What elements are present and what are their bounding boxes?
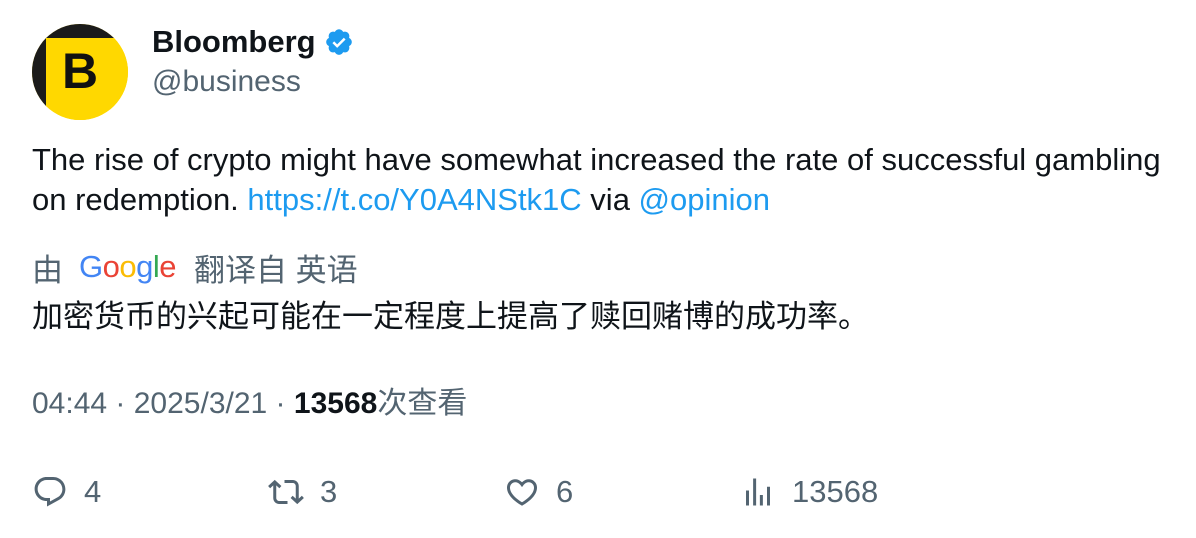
tweet-metadata: 04:44 · 2025/3/21 · 13568次查看 bbox=[32, 384, 467, 424]
avatar-frame-top bbox=[32, 24, 128, 38]
author-avatar[interactable]: B bbox=[32, 24, 128, 120]
tweet-text: The rise of crypto might have somewhat i… bbox=[32, 140, 1162, 220]
like-count: 6 bbox=[556, 474, 574, 509]
meta-separator: · bbox=[267, 387, 294, 420]
mention-link[interactable]: @opinion bbox=[639, 182, 770, 217]
action-bar: 4 3 6 13568 bbox=[32, 470, 1162, 514]
author-display-name[interactable]: Bloomberg bbox=[152, 22, 316, 62]
like-button[interactable]: 6 bbox=[504, 470, 573, 514]
author-name-row: Bloomberg bbox=[152, 22, 354, 62]
tweet-time[interactable]: 04:44 bbox=[32, 387, 107, 420]
reply-icon bbox=[34, 477, 66, 507]
verified-badge-icon bbox=[325, 29, 352, 55]
google-logo-icon: Google bbox=[79, 249, 177, 284]
retweet-count: 3 bbox=[320, 474, 338, 509]
reply-button[interactable]: 4 bbox=[32, 470, 101, 514]
views-action-count: 13568 bbox=[792, 474, 879, 509]
meta-separator: · bbox=[107, 387, 134, 420]
author-handle[interactable]: @business bbox=[152, 62, 301, 102]
tweet-link[interactable]: https://t.co/Y0A4NStk1C bbox=[247, 182, 581, 217]
tweet-text-via: via bbox=[581, 182, 639, 217]
analytics-bar-icon bbox=[746, 478, 770, 506]
views-label: 次查看 bbox=[377, 387, 468, 420]
avatar-frame-left bbox=[32, 24, 46, 120]
translation-prefix: 由 bbox=[32, 252, 63, 288]
translation-attribution: 由 Google 翻译自 英语 bbox=[32, 246, 358, 288]
retweet-icon bbox=[268, 479, 304, 505]
views-button[interactable]: 13568 bbox=[740, 470, 878, 514]
retweet-button[interactable]: 3 bbox=[268, 470, 337, 514]
avatar-letter: B bbox=[62, 43, 99, 99]
reply-count: 4 bbox=[84, 474, 102, 509]
tweet-date[interactable]: 2025/3/21 bbox=[134, 387, 267, 420]
views-count: 13568 bbox=[293, 387, 378, 420]
translated-text: 加密货币的兴起可能在一定程度上提高了赎回赌博的成功率。 bbox=[32, 299, 869, 334]
heart-icon bbox=[506, 479, 538, 506]
translation-source-language: 翻译自 英语 bbox=[194, 252, 358, 288]
